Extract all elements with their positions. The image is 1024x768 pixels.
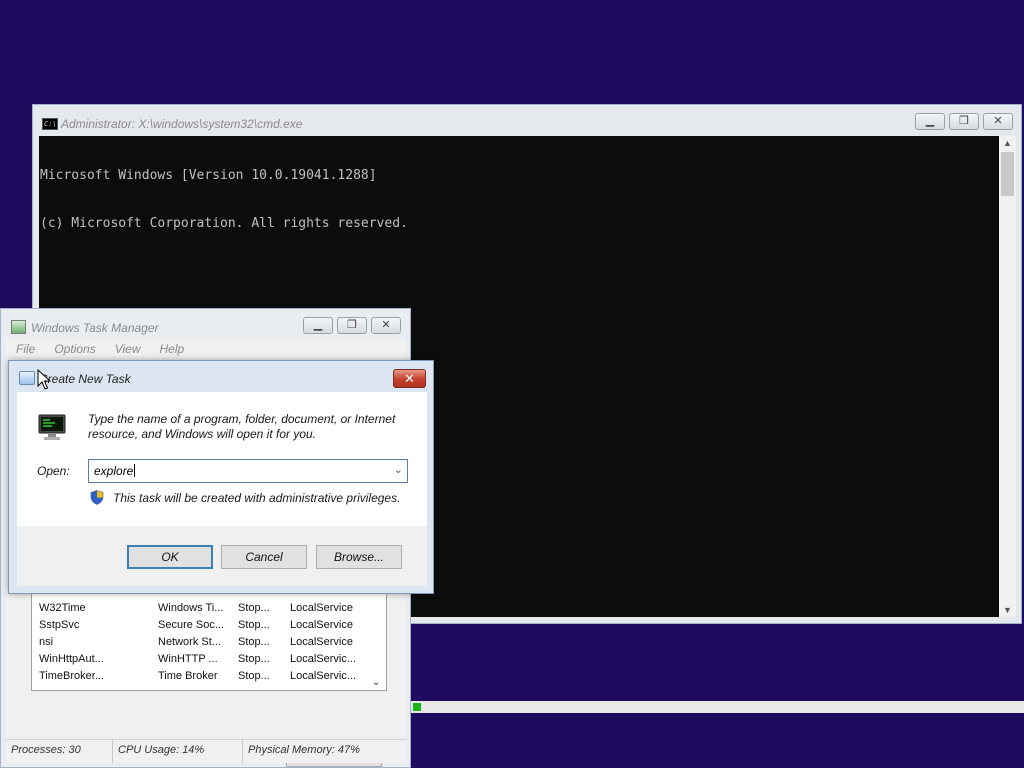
- menu-view[interactable]: View: [105, 339, 150, 361]
- cmd-titlebar[interactable]: C:\ Administrator: X:\windows\system32\c…: [33, 105, 1021, 136]
- close-icon: ✕: [993, 115, 1003, 127]
- minimize-icon: ▁: [313, 319, 323, 331]
- task-manager-titlebar[interactable]: Windows Task Manager ▁ ❐ ✕: [1, 309, 410, 339]
- service-group: LocalService: [290, 636, 353, 648]
- open-input[interactable]: explore: [94, 464, 136, 478]
- service-name: WinHttpAut...: [39, 653, 104, 665]
- service-group: LocalService: [290, 602, 353, 614]
- task-manager-icon: [11, 320, 26, 334]
- dialog-close-button[interactable]: ✕: [393, 369, 426, 388]
- service-description: Secure Soc...: [158, 619, 225, 631]
- task-manager-title: Windows Task Manager: [31, 321, 159, 335]
- close-icon: ✕: [381, 319, 391, 331]
- tm-minimize-button[interactable]: ▁: [303, 317, 333, 334]
- task-manager-menubar: File Options View Help: [6, 339, 406, 361]
- progress-strip: [411, 701, 1024, 713]
- cmd-title: Administrator: X:\windows\system32\cmd.e…: [61, 117, 303, 131]
- activity-indicator: [413, 703, 421, 711]
- service-description: Network St...: [158, 636, 221, 648]
- dialog-title: Create New Task: [39, 372, 131, 386]
- service-group: LocalServic...: [290, 653, 357, 665]
- dialog-body: Type the name of a program, folder, docu…: [17, 392, 427, 526]
- minimize-icon: ▁: [925, 115, 935, 127]
- service-name: TimeBroker...: [39, 670, 104, 682]
- scroll-thumb[interactable]: [1001, 152, 1014, 196]
- open-combobox[interactable]: explore ⌄: [88, 459, 408, 483]
- menu-file[interactable]: File: [6, 339, 44, 361]
- create-new-task-dialog: Create New Task ✕ Type the name of a pro…: [8, 360, 434, 594]
- text-caret: [134, 464, 136, 477]
- scroll-up-icon[interactable]: ▲: [999, 136, 1016, 150]
- chevron-down-icon[interactable]: ⌄: [394, 463, 403, 476]
- restore-icon: ❐: [347, 319, 357, 331]
- run-program-icon: [38, 414, 66, 440]
- run-dialog-icon: [19, 371, 35, 385]
- service-status: Stop...: [238, 619, 270, 631]
- service-status: Stop...: [238, 653, 270, 665]
- dialog-footer: OK Cancel Browse...: [17, 526, 427, 586]
- chevron-down-icon[interactable]: ⌄: [372, 677, 380, 688]
- ok-button[interactable]: OK: [127, 545, 213, 569]
- service-status: Stop...: [238, 602, 270, 614]
- cmd-scrollbar[interactable]: ▲ ▼: [999, 136, 1016, 617]
- service-group: LocalService: [290, 619, 353, 631]
- mouse-pointer-icon: [37, 369, 51, 390]
- open-input-value: explore: [94, 464, 134, 478]
- physical-memory: Physical Memory: 47%: [248, 744, 360, 756]
- cmd-close-button[interactable]: ✕: [983, 113, 1013, 130]
- service-description: Time Broker: [158, 670, 218, 682]
- browse-button[interactable]: Browse...: [316, 545, 402, 569]
- console-line: (c) Microsoft Corporation. All rights re…: [40, 216, 408, 231]
- processes-count: Processes: 30: [6, 740, 113, 763]
- close-icon: ✕: [404, 371, 415, 386]
- scroll-down-icon[interactable]: ▼: [999, 603, 1016, 617]
- service-name: nsi: [39, 636, 54, 648]
- uac-shield-icon: [90, 490, 104, 505]
- task-manager-statusbar: Processes: 30 CPU Usage: 14% Physical Me…: [6, 739, 406, 763]
- service-description: Windows Ti...: [158, 602, 224, 614]
- dialog-description: Type the name of a program, folder, docu…: [88, 412, 396, 441]
- cmd-minimize-button[interactable]: ▁: [915, 113, 945, 130]
- open-label: Open:: [37, 464, 70, 478]
- cmd-icon: C:\: [42, 118, 58, 130]
- tm-close-button[interactable]: ✕: [371, 317, 401, 334]
- service-name: W32Time: [39, 602, 86, 614]
- console-line: Microsoft Windows [Version 10.0.19041.12…: [40, 168, 377, 183]
- restore-icon: ❐: [959, 115, 969, 127]
- service-status: Stop...: [238, 636, 270, 648]
- service-status: Stop...: [238, 670, 270, 682]
- services-scrollbar[interactable]: ⌄: [369, 594, 386, 690]
- cancel-button[interactable]: Cancel: [221, 545, 307, 569]
- menu-options[interactable]: Options: [44, 339, 104, 361]
- admin-privileges-note: This task will be created with administr…: [113, 491, 401, 505]
- tm-maximize-button[interactable]: ❐: [337, 317, 367, 334]
- service-group: LocalServic...: [290, 670, 357, 682]
- services-list[interactable]: W32Time Windows Ti... Stop... LocalServi…: [31, 593, 387, 691]
- cmd-maximize-button[interactable]: ❐: [949, 113, 979, 130]
- service-name: SstpSvc: [39, 619, 80, 631]
- service-description: WinHTTP ...: [158, 653, 218, 665]
- menu-help[interactable]: Help: [150, 339, 194, 361]
- cpu-usage: CPU Usage: 14%: [113, 740, 243, 763]
